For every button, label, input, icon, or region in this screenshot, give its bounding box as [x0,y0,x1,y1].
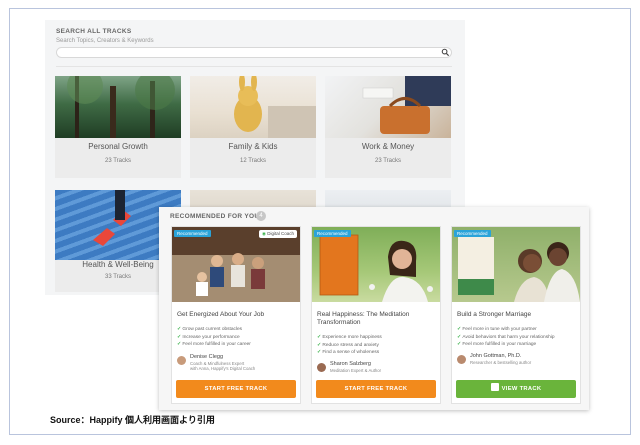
author-role-line: Meditation Expert & Author [330,368,382,373]
avatar [457,355,466,364]
author-role: Meditation Expert & Author [330,368,381,373]
track-card[interactable]: Recommended Real Happiness: The Meditati… [311,226,441,404]
recommended-tag: Recommended [314,230,351,237]
recommended-count-badge: 4 [256,211,266,221]
avatar [317,363,326,372]
author-role: Coach & Mindfulness Expert with Anna, Ha… [190,361,255,371]
benefit-item: Feel more fulfilled in your career [177,341,299,349]
author-role-line: with Anna, Happify's Digital Coach [190,366,256,371]
recommended-title: RECOMMENDED FOR YOU [170,213,260,220]
category-label: Family & Kids [228,142,278,151]
author-block: Sharon Salzberg Meditation Expert & Auth… [317,361,439,379]
category-tile-personal-growth[interactable]: Personal Growth 23 Tracks [55,76,181,178]
card-title: Real Happiness: The Meditation Transform… [317,311,410,326]
category-tile-family-kids[interactable]: Family & Kids 12 Tracks [190,76,316,178]
benefit-list: Grow past current obstacles Increase you… [177,326,299,349]
benefit-item: Avoid behaviors that harm your relations… [457,334,579,342]
category-count: 23 Tracks [374,158,401,164]
author-role-line: Researcher & bestselling author [470,360,532,365]
benefit-item: Experience more happiness [317,334,439,342]
category-tile-work-money[interactable]: Work & Money 23 Tracks [325,76,451,178]
search-hint: Search Topics, Creators & Keywords [56,38,154,44]
author-name: Denise Clegg [190,354,224,360]
people-porch-image: Recommended ◉ Digital Coach [172,227,300,302]
benefit-item: Grow past current obstacles [177,326,299,334]
coach-label: Digital Coach [267,231,294,236]
bag-image [325,76,451,138]
benefit-item: Feel more in tune with your partner [457,326,579,334]
track-card[interactable]: Recommended ◉ Digital Coach Get Energize… [171,226,301,404]
card-title: Build a Stronger Marriage [457,311,532,318]
view-track-button[interactable]: VIEW TRACK [456,380,576,398]
benefit-item: Feel more fulfilled in your marriage [457,341,579,349]
benefit-item: Increase your performance [177,334,299,342]
source-caption: Source：Happify 個人利用画面より引用 [50,415,215,425]
page: SEARCH ALL TRACKS Search Topics, Creator… [0,0,640,445]
card-title: Get Energized About Your Job [177,311,265,318]
divider [56,66,452,67]
author-block: John Gottman, Ph.D. Researcher & bestsel… [457,353,579,371]
forest-image [55,76,181,138]
recommended-tag: Recommended [174,230,211,237]
start-free-track-button[interactable]: START FREE TRACK [316,380,436,398]
track-card[interactable]: Recommended Build a Stronger Marriage Fe… [451,226,581,404]
toy-bunny-image [190,76,316,138]
search-input[interactable] [56,47,452,58]
author-name: John Gottman, Ph.D. [470,353,522,359]
digital-coach-badge: ◉ Digital Coach [259,230,297,238]
view-track-label: VIEW TRACK [501,386,542,392]
search-section-title: SEARCH ALL TRACKS [56,28,132,35]
track-icon [490,383,499,391]
benefit-item: Reduce stress and anxiety [317,342,439,350]
author-role: Researcher & bestselling author [470,360,531,365]
recommended-tag: Recommended [454,230,491,237]
avatar [177,356,186,365]
book-couple-image: Recommended [452,227,580,302]
author-name: Sharon Salzberg [330,361,371,367]
book-woman-image: Recommended [312,227,440,302]
author-block: Denise Clegg Coach & Mindfulness Expert … [177,354,299,372]
search-icon[interactable] [441,48,450,57]
category-count: 23 Tracks [104,158,131,164]
start-free-track-button[interactable]: START FREE TRACK [176,380,296,398]
category-count: 12 Tracks [239,158,266,164]
category-label: Work & Money [361,142,415,151]
category-label: Personal Growth [88,142,148,151]
benefit-item: Find a sense of wholeness [317,349,439,357]
benefit-list: Feel more in tune with your partner Avoi… [457,326,579,349]
benefit-list: Experience more happiness Reduce stress … [317,334,439,357]
